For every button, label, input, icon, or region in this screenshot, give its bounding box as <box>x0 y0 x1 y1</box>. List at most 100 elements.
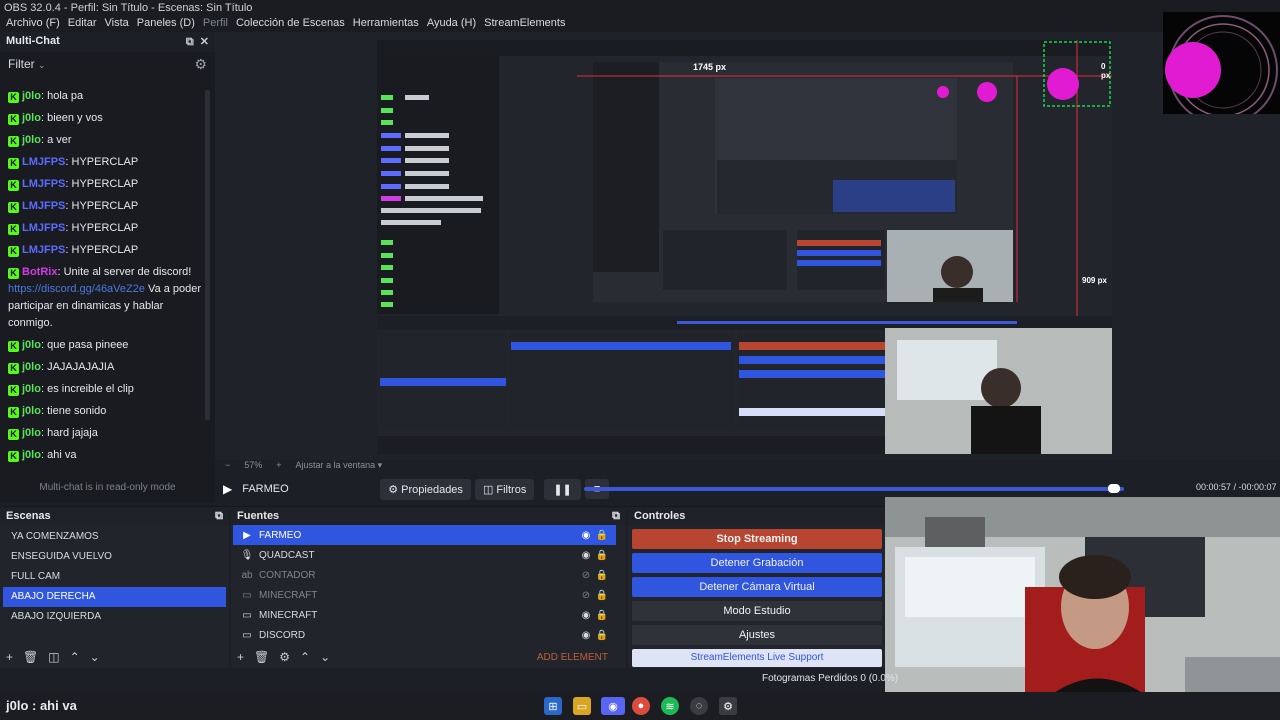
filter-dropdown[interactable]: Filter ⌄ <box>8 57 46 71</box>
scene-item[interactable]: YA COMENZAMOS <box>3 527 226 547</box>
scene-item[interactable]: ABAJO DERECHA <box>3 587 226 607</box>
add-source-icon[interactable]: + <box>237 650 244 664</box>
chat-link[interactable]: https://discord.gg/46aVeZ2e <box>8 283 145 295</box>
eye-icon[interactable]: ◉ <box>578 530 594 541</box>
source-item[interactable]: ▭ MINECRAFT ⊘ 🔒 <box>233 585 616 605</box>
studio-mode-button[interactable]: Modo Estudio <box>632 601 882 621</box>
windows-start-icon[interactable]: ⊞ <box>544 697 562 715</box>
source-name: MINECRAFT <box>259 589 318 601</box>
file-explorer-icon[interactable]: ▭ <box>573 697 591 715</box>
chat-username[interactable]: BotRix <box>22 266 57 278</box>
source-item[interactable]: ▭ MINECRAFT ◉ 🔒 <box>233 605 616 625</box>
add-scene-icon[interactable]: + <box>6 650 13 664</box>
move-down-icon[interactable]: ⌄ <box>320 650 330 664</box>
gear-icon[interactable]: ⚙ <box>279 650 290 664</box>
filters-button[interactable]: ◫ Filtros <box>474 478 535 500</box>
chat-text: Unite al server de discord! <box>63 266 192 278</box>
eye-icon[interactable]: ◉ <box>578 550 594 561</box>
source-item[interactable]: 🎙 QUADCAST ◉ 🔒 <box>233 545 616 565</box>
lock-icon[interactable]: 🔒 <box>594 630 610 641</box>
chat-username[interactable]: LMJFPS <box>22 244 65 256</box>
lock-icon[interactable]: 🔒 <box>594 550 610 561</box>
chat-username[interactable]: j0lo <box>22 112 41 124</box>
eye-off-icon[interactable]: ⊘ <box>578 570 594 581</box>
move-up-icon[interactable]: ⌃ <box>70 650 80 664</box>
menu-coleccion-escenas[interactable]: Colección de Escenas <box>232 16 349 32</box>
menu-streamelements[interactable]: StreamElements <box>480 16 569 32</box>
chat-username[interactable]: j0lo <box>22 449 41 461</box>
settings-gear-icon[interactable]: ⚙ <box>719 697 737 715</box>
close-icon[interactable]: ✕ <box>200 36 209 48</box>
chat-username[interactable]: j0lo <box>22 383 41 395</box>
zoom-level[interactable]: 57% <box>244 460 262 474</box>
discord-icon[interactable]: ◉ <box>601 697 625 715</box>
chat-message: Kj0lo: hola pa <box>8 88 205 105</box>
chat-username[interactable]: j0lo <box>22 405 41 417</box>
chat-username[interactable]: j0lo <box>22 90 41 102</box>
menu-perfil[interactable]: Perfil <box>199 16 232 32</box>
chat-scrollbar[interactable] <box>205 90 210 420</box>
chat-username[interactable]: LMJFPS <box>22 222 65 234</box>
chat-message: Kj0lo: es increible el clip <box>8 381 205 398</box>
source-name: DISCORD <box>259 629 306 641</box>
window-title: OBS 32.0.4 - Perfil: Sin Título - Escena… <box>0 0 1280 16</box>
menu-ayuda[interactable]: Ayuda (H) <box>423 16 480 32</box>
chat-message: Kj0lo: que pasa pineee <box>8 337 205 354</box>
spotify-icon[interactable]: ≋ <box>661 697 679 715</box>
zoom-out-icon[interactable]: − <box>225 460 230 474</box>
chat-username[interactable]: LMJFPS <box>22 156 65 168</box>
chat-username[interactable]: LMJFPS <box>22 200 65 212</box>
chrome-icon[interactable]: ● <box>632 697 650 715</box>
scene-item[interactable]: ENSEGUIDA VUELVO <box>3 547 226 567</box>
chat-username[interactable]: j0lo <box>22 427 41 439</box>
menu-vista[interactable]: Vista <box>101 16 133 32</box>
source-item[interactable]: ▭ DISCORD ◉ 🔒 <box>233 625 616 645</box>
menu-herramientas[interactable]: Herramientas <box>349 16 423 32</box>
move-up-icon[interactable]: ⌃ <box>300 650 310 664</box>
trash-icon[interactable]: 🗑 <box>254 650 269 664</box>
live-support-button[interactable]: StreamElements Live Support <box>632 649 882 667</box>
play-icon[interactable]: ▶ <box>223 482 232 496</box>
float-icon[interactable]: ⧉ <box>186 36 194 48</box>
media-progress-handle[interactable] <box>1108 484 1120 493</box>
lock-icon[interactable]: 🔒 <box>594 590 610 601</box>
chat-username[interactable]: j0lo <box>22 339 41 351</box>
trash-icon[interactable]: 🗑 <box>23 650 38 664</box>
scene-item[interactable]: FULL CAM <box>3 567 226 587</box>
properties-button[interactable]: ⚙ Propiedades <box>380 478 471 500</box>
source-item[interactable]: ab CONTADOR ⊘ 🔒 <box>233 565 616 585</box>
eye-icon[interactable]: ◉ <box>578 630 594 641</box>
chat-username[interactable]: j0lo <box>22 361 41 373</box>
float-icon[interactable]: ⧉ <box>215 510 223 522</box>
pause-button[interactable]: ❚❚ <box>544 478 581 500</box>
media-progress-track[interactable] <box>584 487 1124 491</box>
stop-recording-button[interactable]: Detener Grabación <box>632 553 882 573</box>
scene-item[interactable]: ABAJO IZQUIERDA <box>3 607 226 627</box>
filter-icon[interactable]: ◫ <box>48 650 59 664</box>
gear-icon[interactable]: ⚙ <box>194 56 207 73</box>
stop-streaming-button[interactable]: Stop Streaming <box>632 529 882 549</box>
move-down-icon[interactable]: ⌄ <box>90 650 100 664</box>
lock-icon[interactable]: 🔒 <box>594 530 610 541</box>
lock-icon[interactable]: 🔒 <box>594 570 610 581</box>
fit-window-dropdown[interactable]: Ajustar a la ventana ▾ <box>296 460 383 474</box>
eye-icon[interactable]: ◉ <box>578 610 594 621</box>
lock-icon[interactable]: 🔒 <box>594 610 610 621</box>
stop-virtual-camera-button[interactable]: Detener Cámara Virtual <box>632 577 882 597</box>
kick-icon: K <box>8 341 19 352</box>
controls-header: Controles <box>628 507 886 525</box>
eye-off-icon[interactable]: ⊘ <box>578 590 594 601</box>
chat-username[interactable]: j0lo <box>22 134 41 146</box>
source-item[interactable]: ▶ FARMEO ◉ 🔒 <box>233 525 616 545</box>
add-element-button[interactable]: ADD ELEMENT <box>537 652 608 663</box>
menu-editar[interactable]: Editar <box>64 16 101 32</box>
chat-username[interactable]: LMJFPS <box>22 178 65 190</box>
zoom-in-icon[interactable]: + <box>276 460 281 474</box>
menu-archivo[interactable]: Archivo (F) <box>2 16 64 32</box>
obs-icon[interactable]: ◌ <box>690 697 708 715</box>
window-icon: ▭ <box>242 609 252 621</box>
float-icon[interactable]: ⧉ <box>612 510 620 522</box>
menu-paneles[interactable]: Paneles (D) <box>133 16 199 32</box>
preview-display[interactable]: 1745 px 0 px 909 px <box>377 40 1112 454</box>
settings-button[interactable]: Ajustes <box>632 625 882 645</box>
